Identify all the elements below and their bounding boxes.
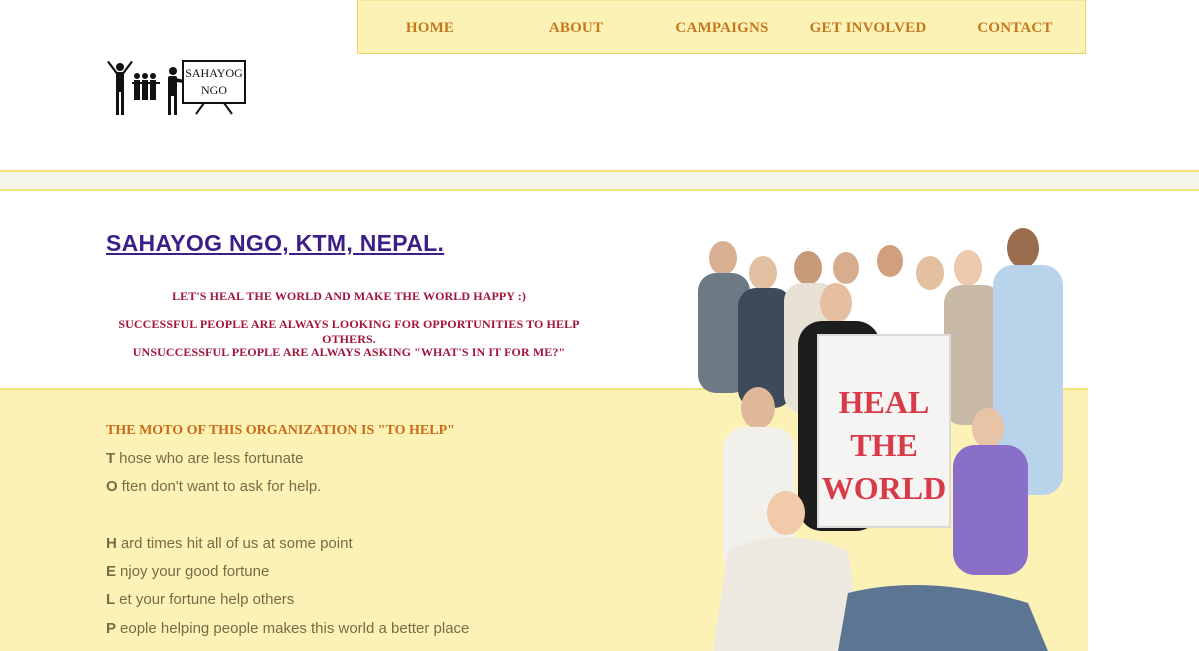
acronym-text: eople helping people makes this world a … (120, 620, 470, 637)
acronym-line: Often don't want to ask for help. (106, 478, 321, 495)
acronym-text: hose who are less fortunate (119, 450, 304, 467)
acronym-text: ften don't want to ask for help. (121, 478, 322, 495)
acronym-line: People helping people makes this world a… (106, 620, 469, 637)
tagline-1: LET'S HEAL THE WORLD AND MAKE THE WORLD … (172, 289, 526, 303)
acronym-line: Those who are less fortunate (106, 450, 303, 467)
divider-band (0, 172, 1199, 189)
logo-line1: SAHAYOG (185, 66, 243, 80)
nav-about[interactable]: ABOUT (516, 20, 636, 37)
acronym-line: Enjoy your good fortune (106, 563, 269, 580)
nav-contact[interactable]: CONTACT (955, 20, 1075, 37)
sign-word-2: THE (850, 427, 918, 463)
tagline-2: SUCCESSFUL PEOPLE ARE ALWAYS LOOKING FOR… (118, 317, 580, 346)
nav-get-involved[interactable]: GET INVOLVED (808, 20, 928, 37)
acronym-line: Let your fortune help others (106, 591, 294, 608)
acronym-text: et your fortune help others (119, 591, 295, 608)
sign-word-3: WORLD (822, 470, 946, 506)
acronym-line: Hard times hit all of us at some point (106, 535, 353, 552)
tagline-3: UNSUCCESSFUL PEOPLE ARE ALWAYS ASKING "W… (132, 345, 566, 359)
moto-heading: THE MOTO OF THIS ORGANIZATION IS "TO HEL… (106, 423, 455, 438)
acronym-text: njoy your good fortune (120, 563, 270, 580)
hero-image: HEAL THE WORLD (698, 228, 1063, 651)
divider-line-bottom (0, 189, 1199, 191)
acronym-letter: L (106, 591, 116, 608)
acronym-letter: O (106, 478, 118, 495)
nav-home[interactable]: HOME (370, 20, 490, 37)
acronym-letter: T (106, 450, 116, 467)
logo-line2: NGO (201, 83, 227, 97)
sign-word-1: HEAL (839, 384, 930, 420)
acronym-letter: E (106, 563, 117, 580)
logo[interactable]: SAHAYOG NGO (104, 58, 250, 118)
nav-campaigns[interactable]: CAMPAIGNS (662, 20, 782, 37)
acronym-letter: P (106, 620, 117, 637)
acronym-text: ard times hit all of us at some point (120, 535, 353, 552)
acronym-letter: H (106, 535, 117, 552)
page-title[interactable]: SAHAYOG NGO, KTM, NEPAL. (106, 230, 444, 257)
main-nav: HOME ABOUT CAMPAIGNS GET INVOLVED CONTAC… (357, 0, 1086, 54)
